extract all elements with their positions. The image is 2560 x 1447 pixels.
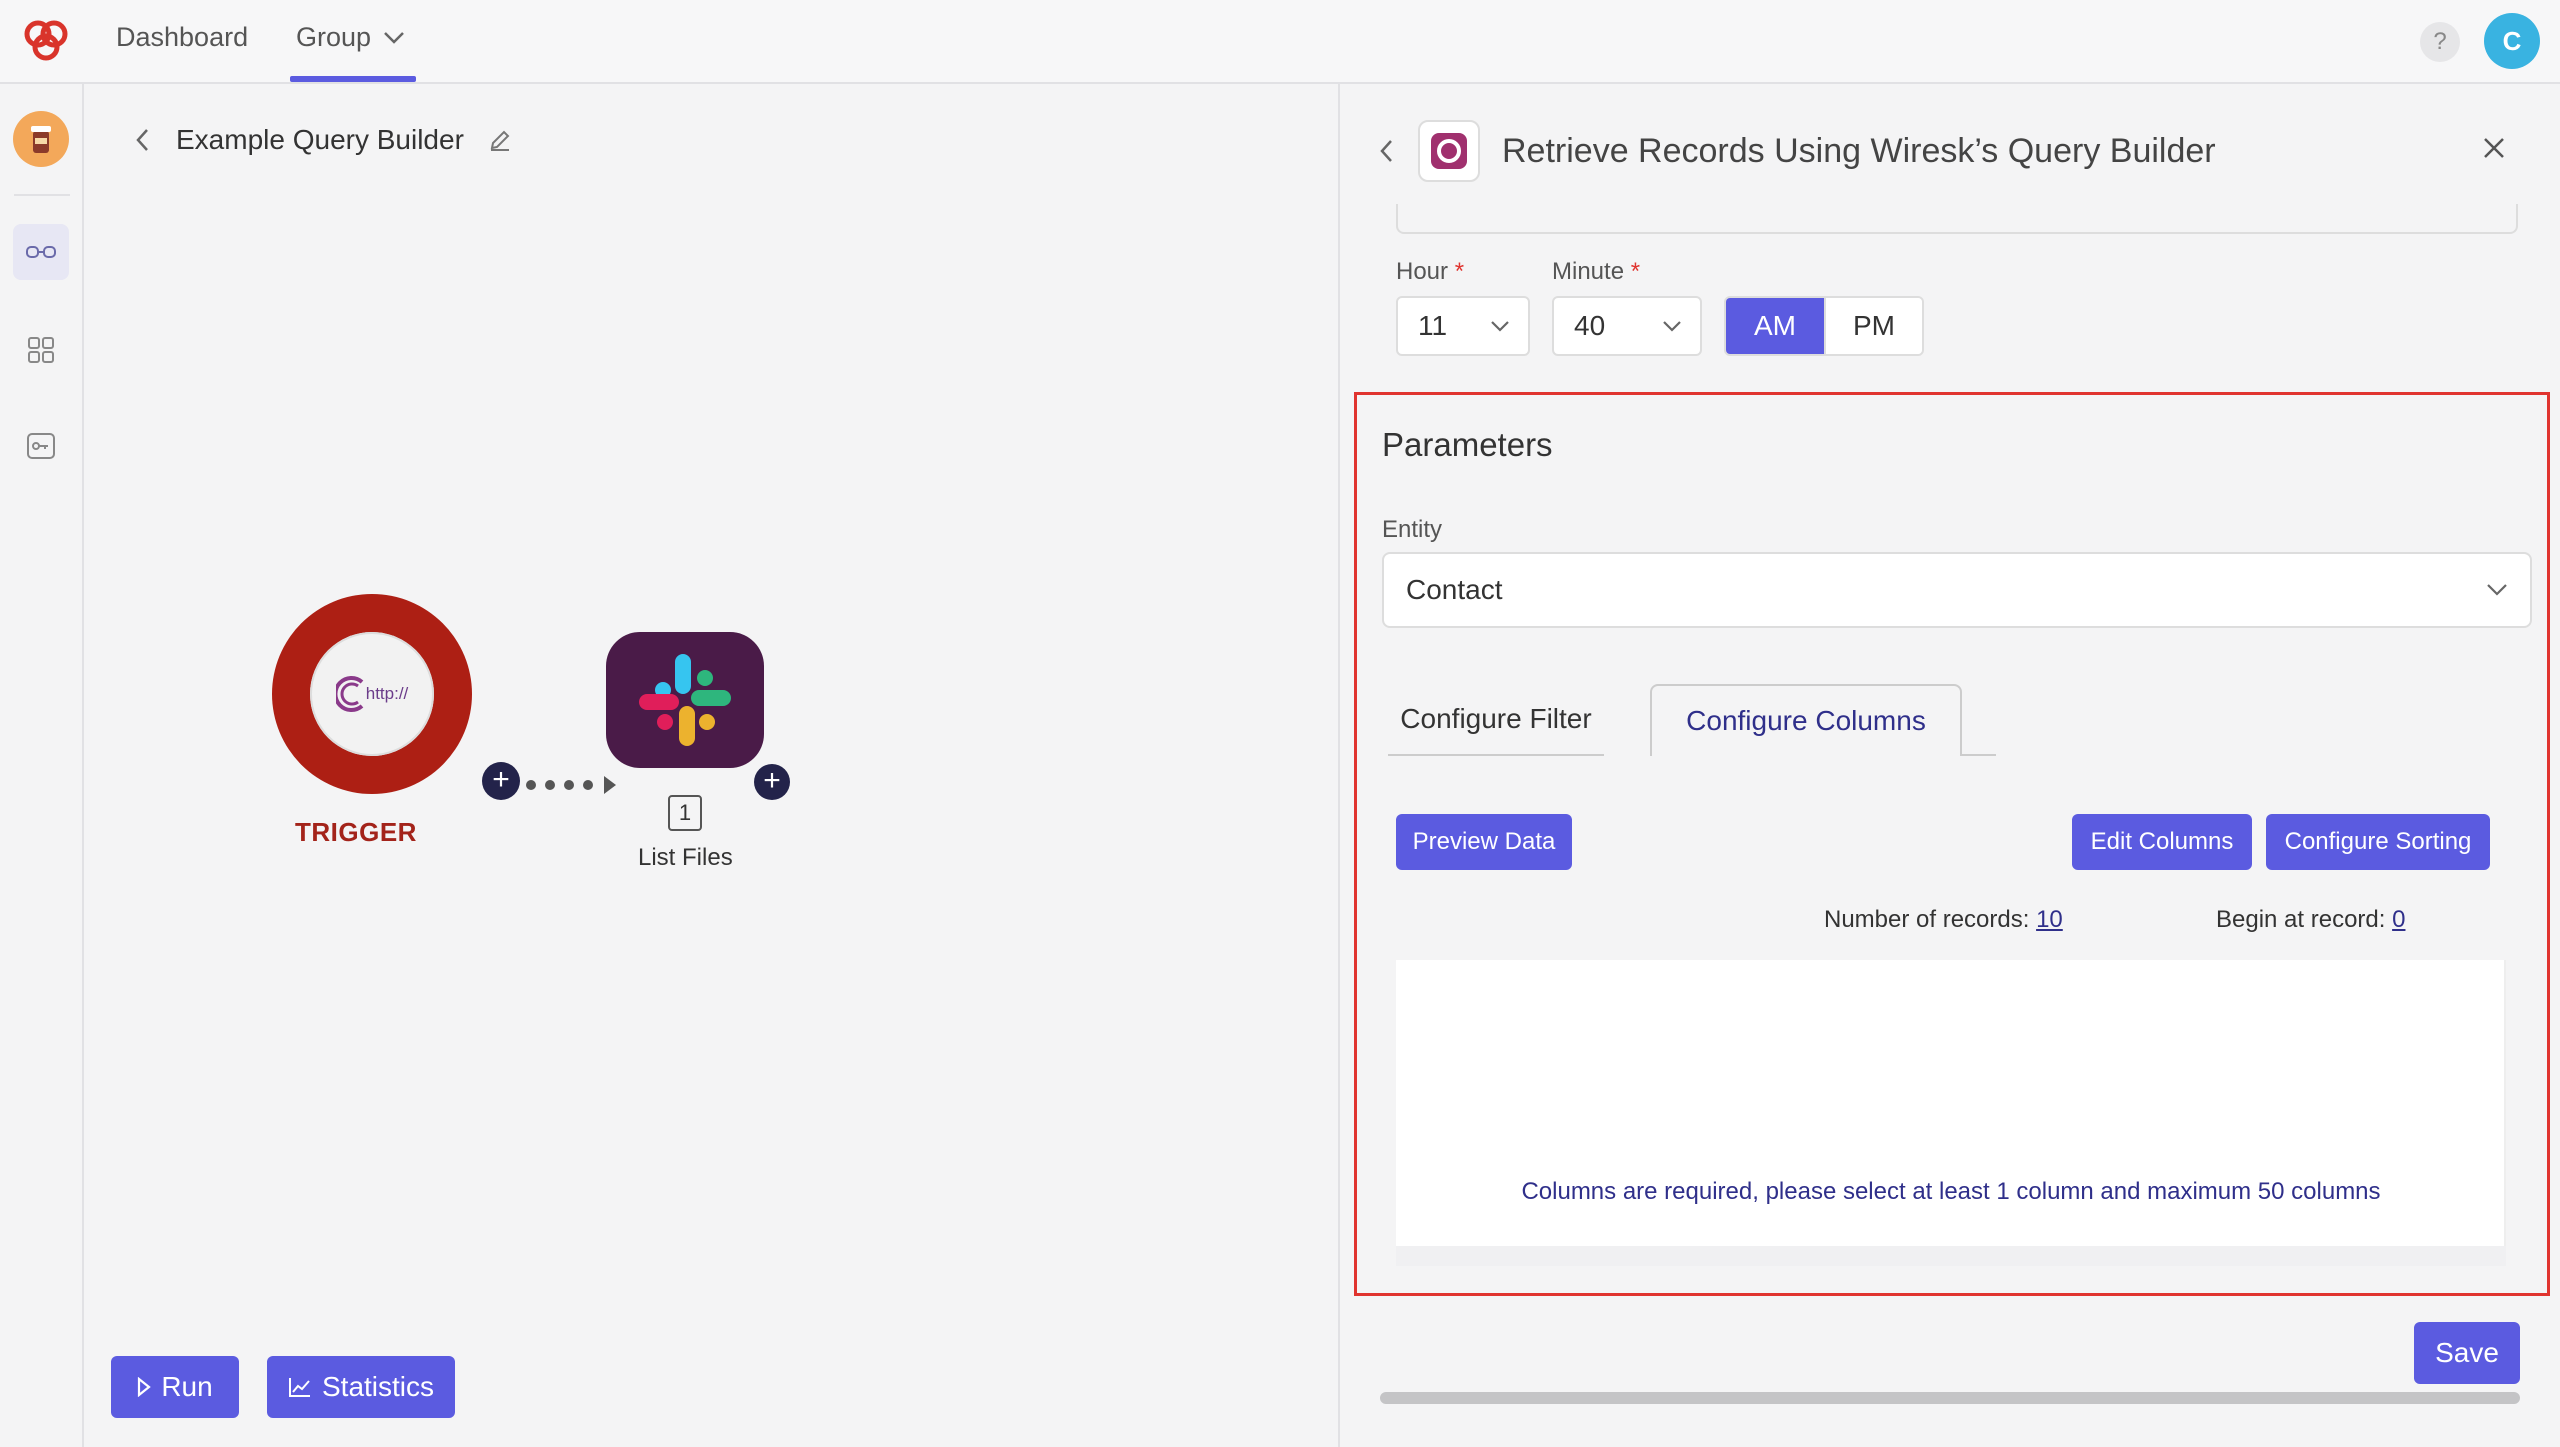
minute-value: 40 [1574, 310, 1606, 341]
chevron-down-icon [1663, 321, 1681, 332]
statistics-button-label: Statistics [321, 1371, 435, 1402]
slack-icon [639, 654, 731, 746]
active-tab-indicator [290, 76, 416, 82]
add-next-module-plus-icon[interactable]: + [754, 764, 790, 800]
run-button[interactable]: Run [111, 1356, 239, 1418]
edit-columns-button[interactable]: Edit Columns [2072, 814, 2252, 870]
chevron-down-icon [2487, 584, 2507, 596]
panel-back-icon[interactable] [1378, 138, 1394, 164]
chevron-down-icon [1491, 321, 1509, 332]
link-icon [26, 246, 56, 258]
minute-select[interactable]: 40 [1552, 296, 1702, 356]
trigger-protocol-text: http:// [365, 684, 409, 703]
nav-group-label: Group [296, 22, 372, 52]
columns-preview-area: Columns are required, please select at l… [1396, 960, 2506, 1266]
scenario-title: Example Query Builder [176, 124, 464, 155]
trigger-label: TRIGGER [295, 817, 417, 847]
top-bar: Dashboard Group ? C [0, 0, 2560, 84]
preview-data-button[interactable]: Preview Data [1396, 814, 1572, 870]
user-avatar[interactable]: C [2484, 13, 2540, 69]
tab-configure-columns[interactable]: Configure Columns [1650, 684, 1962, 756]
back-icon[interactable] [134, 127, 150, 153]
hour-select[interactable]: 11 [1396, 296, 1530, 356]
hour-label: Hour * [1396, 258, 1465, 285]
horizontal-scrollbar[interactable] [1380, 1392, 2520, 1404]
grid-icon [28, 337, 54, 363]
configure-sorting-button[interactable]: Configure Sorting [2266, 814, 2490, 870]
play-icon [138, 1377, 152, 1397]
entity-value: Contact [1406, 574, 1503, 605]
panel-header: Retrieve Records Using Wiresk’s Query Bu… [1378, 120, 2216, 182]
wiresk-app-icon [1418, 120, 1480, 182]
key-icon [27, 433, 55, 459]
columns-required-message: Columns are required, please select at l… [1521, 1178, 2381, 1205]
operation-count-badge: 1 [668, 795, 702, 831]
scenario-canvas[interactable]: Example Query Builder http:// TRIGGER + … [84, 84, 1340, 1447]
tab-configure-filter[interactable]: Configure Filter [1388, 684, 1604, 756]
sidebar-divider [14, 194, 70, 196]
slack-node-label: List Files [638, 844, 733, 871]
sidebar-apps-button[interactable] [13, 322, 69, 378]
add-module-plus-icon[interactable]: + [482, 762, 520, 800]
hour-value: 11 [1418, 310, 1448, 341]
nav-group[interactable]: Group [296, 22, 405, 53]
left-sidebar [0, 84, 84, 1447]
begin-record-link[interactable]: 0 [2392, 906, 2405, 933]
scenario-header: Example Query Builder [134, 124, 512, 156]
http-trigger-icon: http:// [310, 632, 434, 756]
chevron-down-icon [384, 31, 404, 44]
minute-label: Minute * [1552, 258, 1641, 285]
trigger-node[interactable]: http:// [272, 594, 472, 794]
pm-button[interactable]: PM [1824, 298, 1922, 354]
save-button[interactable]: Save [2414, 1322, 2520, 1384]
slack-node[interactable] [606, 632, 764, 768]
tab-bar-line [1962, 754, 1996, 756]
connector-dots[interactable] [526, 774, 618, 796]
panel-title: Retrieve Records Using Wiresk’s Query Bu… [1502, 131, 2216, 170]
number-of-records: Number of records: 10 [1824, 906, 2063, 933]
chart-icon [288, 1378, 310, 1397]
workspace-avatar-icon[interactable] [13, 111, 69, 167]
schedule-field-partial [1396, 204, 2518, 234]
sidebar-keys-button[interactable] [13, 418, 69, 474]
help-icon[interactable]: ? [2420, 22, 2460, 62]
entity-label: Entity [1382, 516, 1443, 543]
am-pm-toggle: AM PM [1724, 296, 1924, 356]
entity-select[interactable]: Contact [1382, 552, 2532, 628]
run-button-label: Run [161, 1371, 213, 1402]
parameters-heading: Parameters [1382, 426, 1553, 463]
module-settings-panel: Retrieve Records Using Wiresk’s Query Bu… [1342, 84, 2560, 1447]
am-button[interactable]: AM [1726, 298, 1824, 354]
begin-at-record: Begin at record: 0 [2216, 906, 2406, 933]
edit-icon[interactable] [488, 128, 512, 152]
nav-dashboard[interactable]: Dashboard [116, 22, 248, 53]
records-count-link[interactable]: 10 [2036, 906, 2063, 933]
sidebar-scenarios-button[interactable] [13, 224, 69, 280]
preview-scroll-track [1396, 1246, 2506, 1266]
statistics-button[interactable]: Statistics [267, 1356, 455, 1418]
close-icon[interactable] [2482, 136, 2506, 160]
app-logo-icon[interactable] [18, 16, 74, 66]
